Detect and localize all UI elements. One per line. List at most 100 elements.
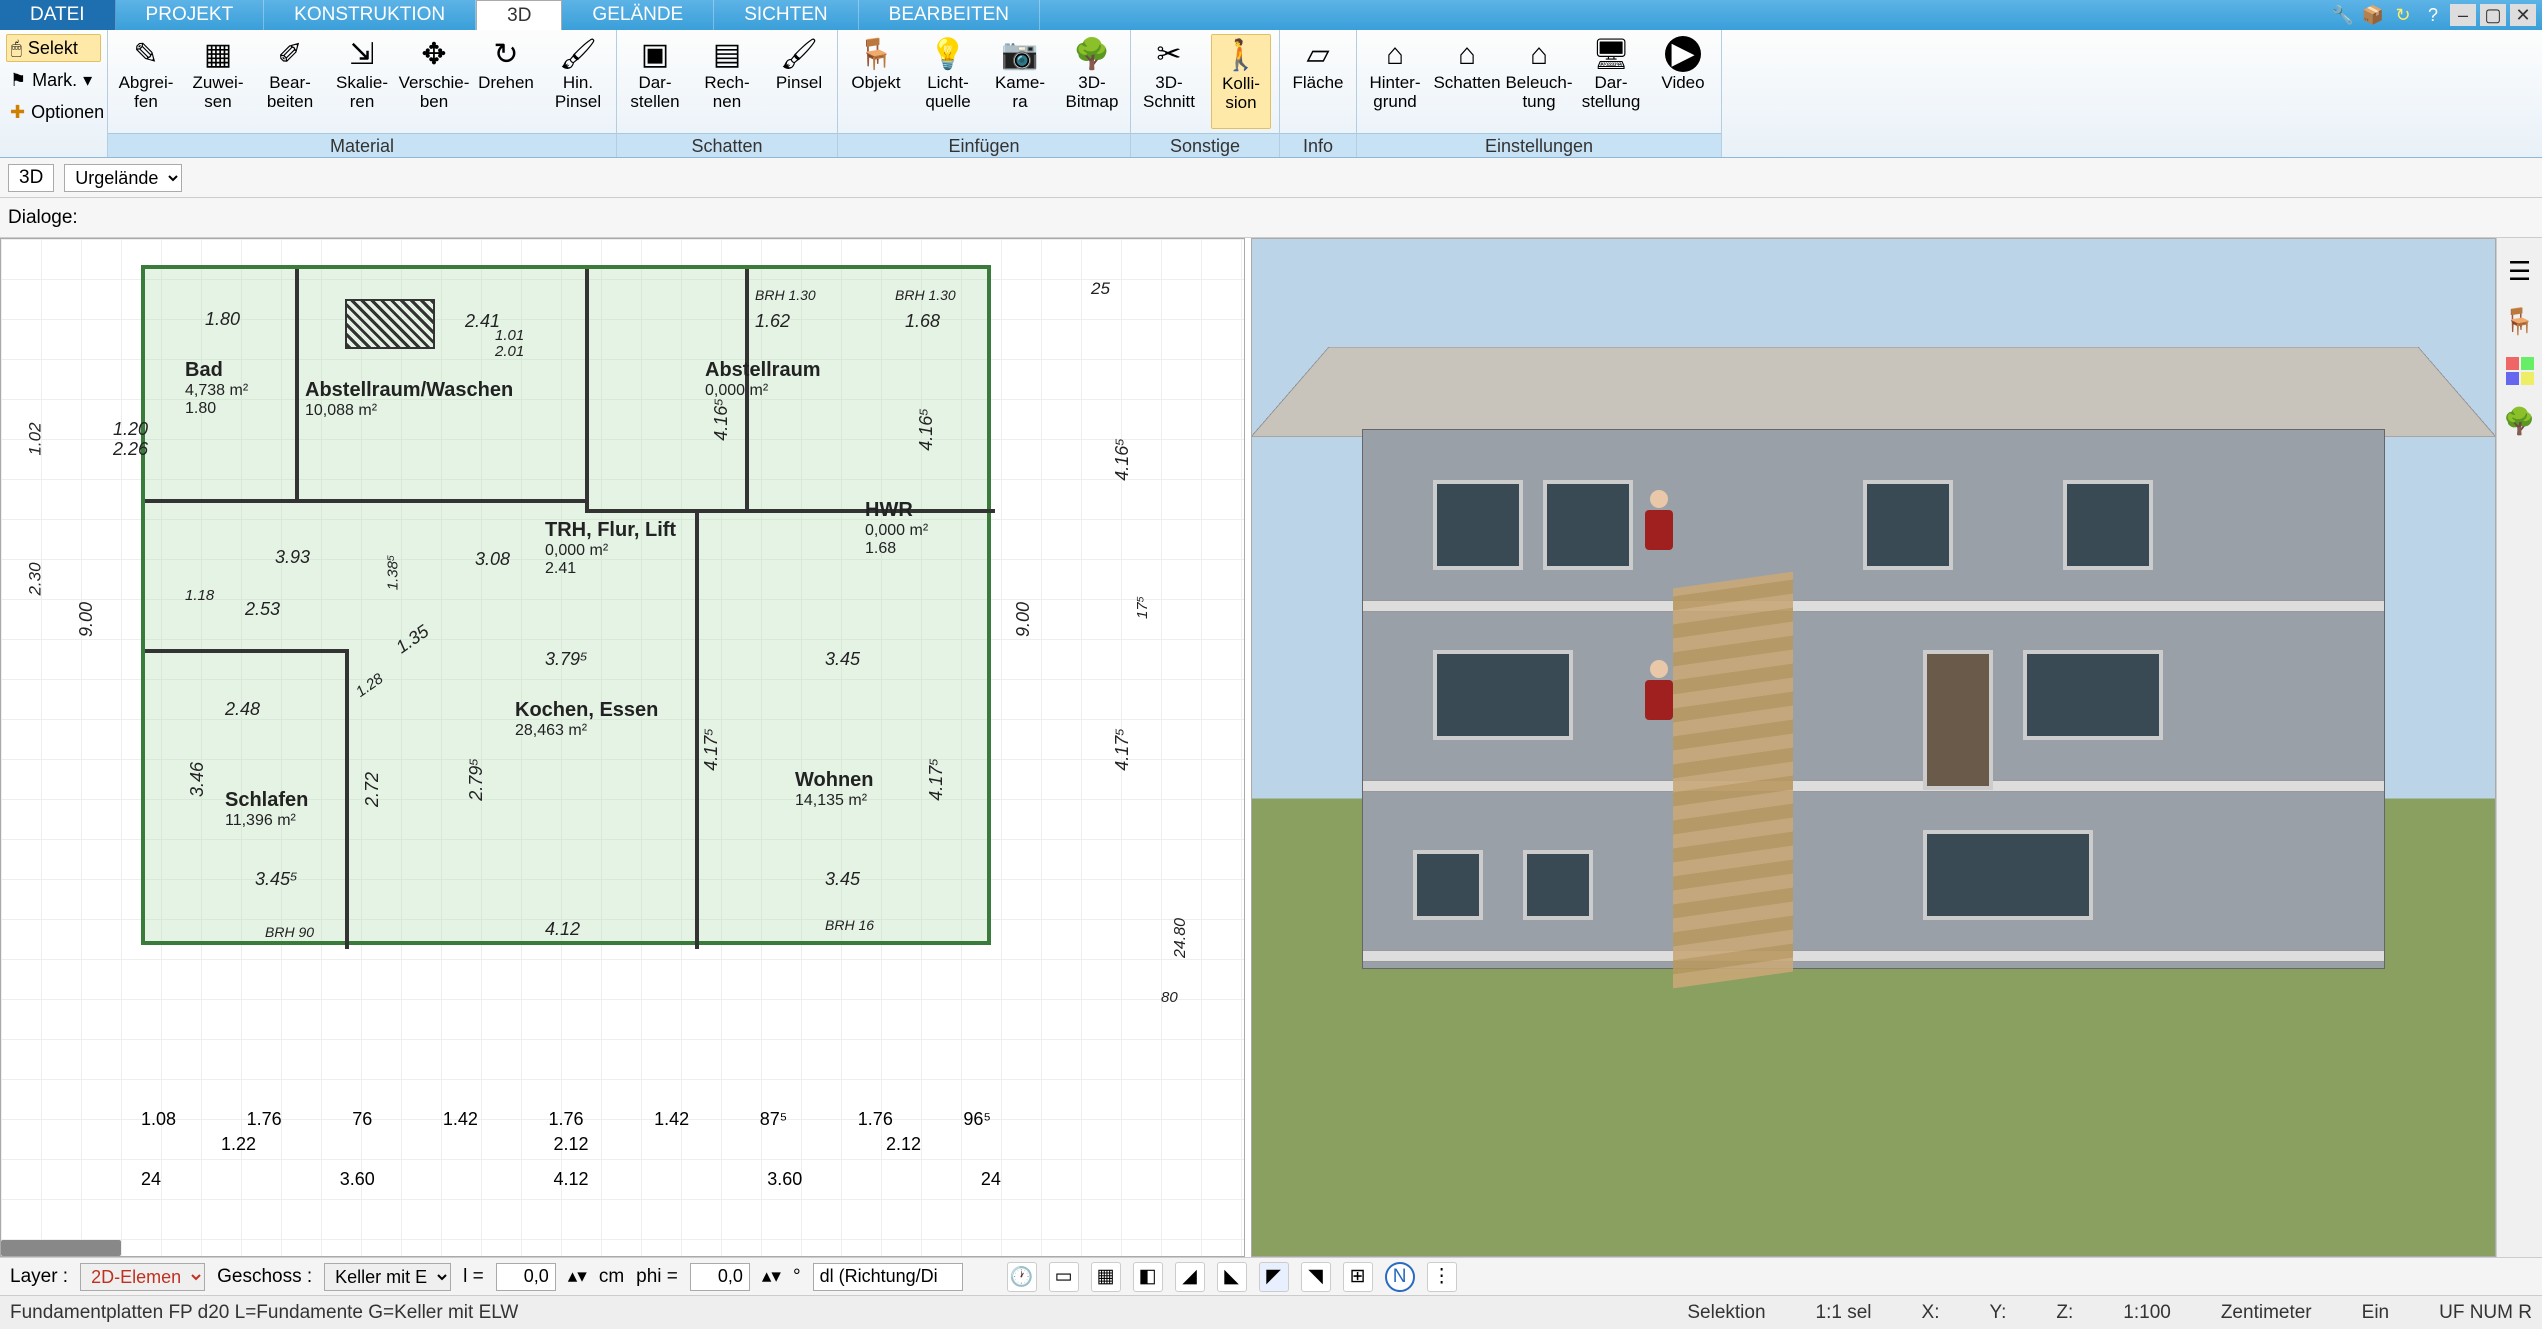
- dim-outer-l1: 1.20: [113, 419, 148, 440]
- geschoss-select[interactable]: Keller mit E: [324, 1263, 451, 1291]
- kollision-button[interactable]: 🚶Kolli- sion: [1211, 34, 1271, 129]
- dim-17: 4.16⁵: [711, 398, 732, 441]
- chair2-icon[interactable]: 🪑: [2503, 304, 2537, 338]
- dim-15: 4.17⁵: [701, 728, 722, 771]
- cube2-icon[interactable]: ◧: [1133, 1262, 1163, 1292]
- tree2-icon[interactable]: 🌳: [2503, 404, 2537, 438]
- room-bad: Bad4,738 m²1.80: [185, 359, 248, 418]
- richtung-input[interactable]: [813, 1263, 963, 1291]
- schatten2-button[interactable]: ⌂Schatten: [1437, 34, 1497, 129]
- tab-bearbeiten[interactable]: BEARBEITEN: [859, 0, 1040, 30]
- hintergrund-button[interactable]: ⌂Hinter- grund: [1365, 34, 1425, 129]
- skalieren-button[interactable]: ⇲Skalie- ren: [332, 34, 392, 129]
- more-icon[interactable]: ⋮: [1427, 1262, 1457, 1292]
- terrain-select[interactable]: Urgelände: [64, 164, 182, 192]
- darstellen-button[interactable]: ▣Dar- stellen: [625, 34, 685, 129]
- layers-icon[interactable]: ☰: [2503, 254, 2537, 288]
- minimize-icon[interactable]: –: [2450, 4, 2476, 26]
- plus-icon: ✚: [10, 102, 25, 123]
- spinner2-icon[interactable]: ▴▾: [762, 1265, 781, 1288]
- dialoge-label: Dialoge:: [8, 207, 78, 229]
- tool-icon[interactable]: 🔧: [2330, 4, 2356, 26]
- status-left: Fundamentplatten FP d20 L=Fundamente G=K…: [10, 1302, 518, 1324]
- tab-konstruktion[interactable]: KONSTRUKTION: [264, 0, 476, 30]
- dim-outer-r5: 24.80: [1172, 918, 1190, 958]
- angle1-icon[interactable]: ◢: [1175, 1262, 1205, 1292]
- beleuchtung-button[interactable]: ⌂Beleuch- tung: [1509, 34, 1569, 129]
- video-button[interactable]: ▶Video: [1653, 34, 1713, 129]
- rechnen-button[interactable]: ▤Rech- nen: [697, 34, 757, 129]
- brush-icon: 🖌: [559, 38, 597, 71]
- help-icon[interactable]: ?: [2420, 4, 2446, 26]
- grid-icon[interactable]: ⊞: [1343, 1262, 1373, 1292]
- spinner-icon[interactable]: ▴▾: [568, 1265, 587, 1288]
- group-einfuegen-label: Einfügen: [838, 133, 1130, 157]
- group-schatten: ▣Dar- stellen ▤Rech- nen 🖌Pinsel Schatte…: [617, 30, 838, 157]
- bitmap-button[interactable]: 🌳3D- Bitmap: [1062, 34, 1122, 129]
- tab-3d[interactable]: 3D: [476, 0, 562, 30]
- dim-outer-l4: 2.30: [26, 562, 46, 595]
- group-material: ✎Abgrei- fen ▦Zuwei- sen ✐Bear- beiten ⇲…: [108, 30, 617, 157]
- pinsel-button[interactable]: 🖌Pinsel: [769, 34, 829, 129]
- dim-16: 4.17⁵: [926, 758, 947, 801]
- angle3-icon[interactable]: ◤: [1259, 1262, 1289, 1292]
- drehen-button[interactable]: ↻Drehen: [476, 34, 536, 129]
- roof: [1251, 347, 2496, 437]
- scale-icon: ⇲: [349, 38, 374, 71]
- darstellung-button[interactable]: 🖥Dar- stellung: [1581, 34, 1641, 129]
- edit-icon: ✐: [277, 38, 302, 71]
- lichtquelle-button[interactable]: 💡Licht- quelle: [918, 34, 978, 129]
- package-icon[interactable]: 📦: [2360, 4, 2386, 26]
- hinpinsel-button[interactable]: 🖌Hin. Pinsel: [548, 34, 608, 129]
- tab-projekt[interactable]: PROJEKT: [116, 0, 265, 30]
- layer-select[interactable]: 2D-Elemen: [80, 1263, 205, 1291]
- horizontal-scrollbar[interactable]: [1, 1240, 121, 1256]
- right-toolstrip: ☰ 🪑 🌳: [2496, 238, 2542, 1257]
- screen-icon[interactable]: ▭: [1049, 1262, 1079, 1292]
- l-input[interactable]: [496, 1263, 556, 1291]
- refresh-icon[interactable]: ↻: [2390, 4, 2416, 26]
- close-icon[interactable]: ✕: [2510, 4, 2536, 26]
- zuweisen-button[interactable]: ▦Zuwei- sen: [188, 34, 248, 129]
- floorplan-pane[interactable]: Bad4,738 m²1.80 Abstellraum/Waschen10,08…: [0, 238, 1245, 1257]
- objekt-button[interactable]: 🪑Objekt: [846, 34, 906, 129]
- verschieben-button[interactable]: ✥Verschie- ben: [404, 34, 464, 129]
- kamera-button[interactable]: 📷Kame- ra: [990, 34, 1050, 129]
- dim-12: 4.12: [545, 919, 580, 940]
- dim-5: 3.93: [275, 547, 310, 568]
- abgreifen-button[interactable]: ✎Abgrei- fen: [116, 34, 176, 129]
- status-ein: Ein: [2362, 1302, 2389, 1324]
- dim-outer-r1: 25: [1091, 279, 1110, 299]
- bearbeiten-button[interactable]: ✐Bear- beiten: [260, 34, 320, 129]
- dim-3: 1.62: [755, 311, 790, 332]
- dim-36: BRH 1.30: [755, 287, 816, 303]
- dim-outer-l5: 1.02: [26, 422, 46, 455]
- maximize-icon[interactable]: ▢: [2480, 4, 2506, 26]
- stack-icon[interactable]: ▦: [1091, 1262, 1121, 1292]
- tab-datei[interactable]: DATEI: [0, 0, 116, 30]
- optionen-button[interactable]: ✚Optionen: [6, 98, 101, 126]
- flaeche-button[interactable]: ▱Fläche: [1288, 34, 1348, 129]
- palette-icon[interactable]: [2503, 354, 2537, 388]
- dim-38: BRH 90: [265, 924, 314, 940]
- angle4-icon[interactable]: ◥: [1301, 1262, 1331, 1292]
- dim-chain-bottom-1: 1.081.76761.421.761.4287⁵1.7696⁵: [141, 1109, 991, 1130]
- 3d-view-pane[interactable]: [1251, 238, 2496, 1257]
- cut-icon: ✂: [1156, 38, 1181, 71]
- selekt-button[interactable]: 🖱Selekt: [6, 34, 101, 62]
- dim-37: BRH 1.30: [895, 287, 956, 303]
- angle2-icon[interactable]: ◣: [1217, 1262, 1247, 1292]
- tab-gelaende[interactable]: GELÄNDE: [562, 0, 714, 30]
- schnitt-button[interactable]: ✂3D- Schnitt: [1139, 34, 1199, 129]
- tab-sichten[interactable]: SICHTEN: [714, 0, 858, 30]
- person-figure-1: [1643, 490, 1675, 558]
- dim-6: 2.53: [245, 599, 280, 620]
- group-material-label: Material: [108, 133, 616, 157]
- north-icon[interactable]: N: [1385, 1262, 1415, 1292]
- mark-button[interactable]: ⚑Mark.▾: [6, 66, 101, 94]
- dim-chain-bottom-3: 243.604.123.6024: [141, 1169, 1001, 1190]
- ribbon-left-panel: 🖱Selekt ⚑Mark.▾ ✚Optionen: [0, 30, 108, 157]
- clock-icon[interactable]: 🕐: [1007, 1262, 1037, 1292]
- group-einstellungen-label: Einstellungen: [1357, 133, 1721, 157]
- phi-input[interactable]: [690, 1263, 750, 1291]
